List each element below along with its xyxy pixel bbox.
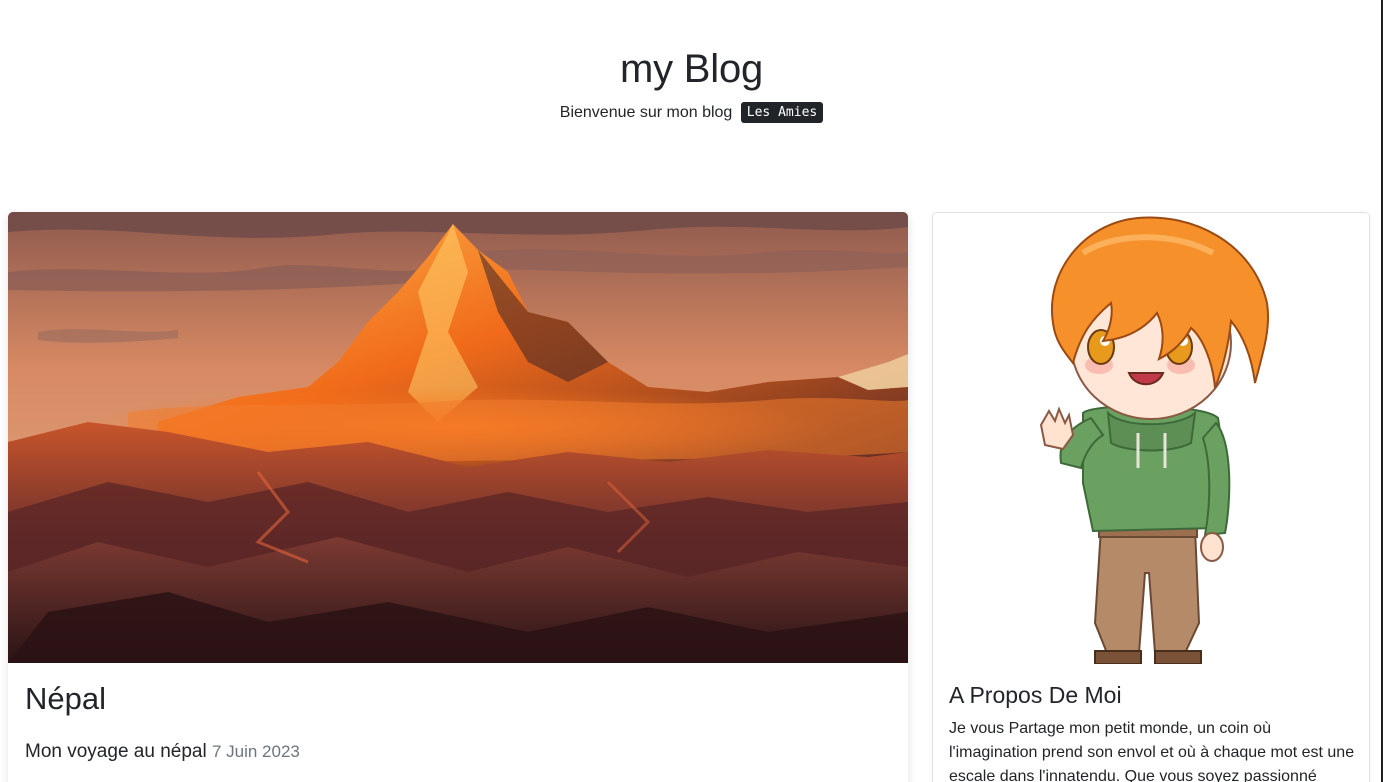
chibi-character-illustration — [933, 213, 1369, 664]
blog-header: my Blog Bienvenue sur mon blog Les Amies — [0, 0, 1383, 180]
mountain-illustration — [8, 212, 908, 663]
post-card[interactable]: Népal Mon voyage au népal 7 Juin 2023 — [8, 212, 908, 782]
tagline: Bienvenue sur mon blog Les Amies — [0, 101, 1383, 125]
avatar — [933, 213, 1369, 664]
site-title[interactable]: my Blog — [0, 0, 1383, 93]
tag-badge: Les Amies — [740, 102, 824, 123]
post-subtitle-text: Mon voyage au népal — [25, 741, 207, 762]
post-image[interactable] — [8, 212, 908, 663]
post-date: 7 Juin 2023 — [211, 742, 300, 761]
post-subtitle: Mon voyage au népal 7 Juin 2023 — [25, 740, 300, 764]
tagline-text: Bienvenue sur mon blog — [559, 104, 733, 121]
page: my Blog Bienvenue sur mon blog Les Amies — [0, 0, 1383, 782]
about-title: A Propos De Moi — [949, 682, 1122, 708]
post-title[interactable]: Népal — [25, 680, 106, 718]
about-card: A Propos De Moi Je vous Partage mon peti… — [932, 212, 1370, 782]
about-text: Je vous Partage mon petit monde, un coin… — [949, 720, 1355, 782]
